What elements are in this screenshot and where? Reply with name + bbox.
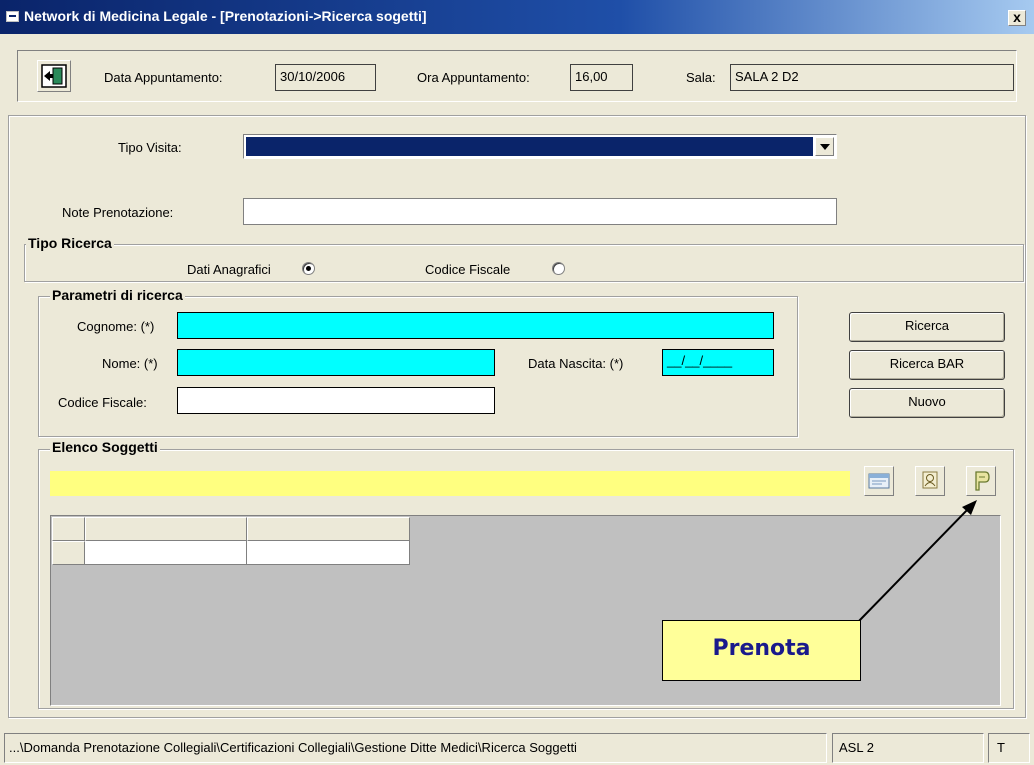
status-asl: ASL 2 bbox=[832, 733, 984, 763]
radio-label-codice-fiscale: Codice Fiscale bbox=[425, 262, 511, 277]
person-button[interactable] bbox=[915, 466, 945, 496]
grid-corner bbox=[52, 517, 85, 541]
data-appuntamento-field[interactable]: 30/10/2006 bbox=[275, 64, 376, 91]
cognome-label: Cognome: (*) bbox=[77, 319, 155, 334]
tipo-visita-selected bbox=[246, 137, 813, 156]
tipo-visita-select[interactable] bbox=[243, 134, 837, 159]
radio-codice-fiscale[interactable] bbox=[552, 262, 565, 275]
codice-fiscale-field[interactable] bbox=[177, 387, 495, 414]
radio-dati-anagrafici[interactable] bbox=[302, 262, 315, 275]
callout-arrow bbox=[857, 500, 977, 623]
prenota-callout-label: Prenota bbox=[712, 636, 811, 661]
sala-label: Sala: bbox=[686, 70, 716, 85]
ricerca-bar-button[interactable]: Ricerca BAR bbox=[849, 350, 1005, 380]
note-prenotazione-label: Note Prenotazione: bbox=[62, 205, 174, 220]
nome-label: Nome: (*) bbox=[102, 356, 158, 371]
exit-door-icon bbox=[41, 64, 67, 88]
cognome-field[interactable] bbox=[177, 312, 774, 339]
data-appuntamento-label: Data Appuntamento: bbox=[104, 70, 223, 85]
prenota-button[interactable] bbox=[966, 466, 996, 496]
grid-cell[interactable] bbox=[247, 541, 410, 565]
grid-cell[interactable] bbox=[85, 541, 247, 565]
radio-label-anagrafici: Dati Anagrafici bbox=[187, 262, 271, 277]
card-icon bbox=[868, 473, 890, 489]
ora-appuntamento-field[interactable]: 16,00 bbox=[570, 64, 633, 91]
grid-column-header[interactable] bbox=[247, 517, 410, 541]
tipo-ricerca-group bbox=[24, 244, 1024, 282]
grid-row-header[interactable] bbox=[52, 541, 85, 565]
note-prenotazione-field[interactable] bbox=[243, 198, 837, 225]
nuovo-button[interactable]: Nuovo bbox=[849, 388, 1005, 418]
nome-field[interactable] bbox=[177, 349, 495, 376]
ricerca-button[interactable]: Ricerca bbox=[849, 312, 1005, 342]
person-icon bbox=[922, 471, 938, 489]
tipo-ricerca-title: Tipo Ricerca bbox=[26, 235, 114, 251]
parametri-title: Parametri di ricerca bbox=[50, 287, 185, 303]
grid-column-header[interactable] bbox=[85, 517, 247, 541]
status-mode: T bbox=[988, 733, 1030, 763]
prenota-callout: Prenota bbox=[662, 620, 861, 681]
exit-button[interactable] bbox=[37, 60, 71, 92]
elenco-filter-bar[interactable] bbox=[50, 471, 850, 496]
app-icon bbox=[6, 11, 19, 22]
sala-field[interactable]: SALA 2 D2 bbox=[730, 64, 1014, 91]
prenota-icon bbox=[975, 471, 990, 491]
title-bar: Network di Medicina Legale - [Prenotazio… bbox=[0, 0, 1034, 34]
status-path: ...\Domanda Prenotazione Collegiali\Cert… bbox=[4, 733, 827, 763]
data-nascita-label: Data Nascita: (*) bbox=[528, 356, 624, 371]
elenco-title: Elenco Soggetti bbox=[50, 439, 160, 455]
chevron-down-icon bbox=[820, 144, 830, 150]
tipo-visita-label: Tipo Visita: bbox=[118, 140, 182, 155]
card-button[interactable] bbox=[864, 466, 894, 496]
dropdown-button[interactable] bbox=[815, 137, 834, 156]
close-button[interactable]: x bbox=[1008, 10, 1026, 26]
codice-fiscale-label: Codice Fiscale: bbox=[58, 395, 147, 410]
window-title: Network di Medicina Legale - [Prenotazio… bbox=[24, 8, 427, 24]
ora-appuntamento-label: Ora Appuntamento: bbox=[417, 70, 530, 85]
data-nascita-field[interactable]: __/__/____ bbox=[662, 349, 774, 376]
